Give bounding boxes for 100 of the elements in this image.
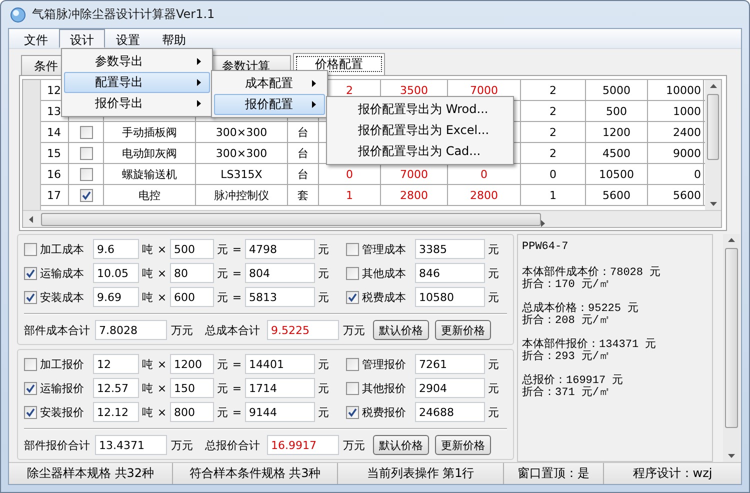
status-text: 当前列表操作 第1行 [338, 463, 504, 484]
checkbox[interactable] [346, 358, 359, 370]
checkbox[interactable] [24, 266, 37, 280]
menu-item[interactable]: 设计 [59, 29, 105, 48]
input-field[interactable]: 846 [415, 263, 485, 283]
checkbox[interactable] [80, 168, 92, 180]
input-field[interactable]: 9.6 [93, 239, 139, 259]
checkbox[interactable] [24, 358, 37, 370]
checkbox[interactable] [346, 382, 359, 394]
price-button[interactable]: 默认价格 [373, 320, 429, 340]
input-field[interactable]: 12 [93, 354, 139, 374]
table-cell: LS315X [196, 164, 288, 184]
input-field[interactable]: 80 [170, 263, 214, 283]
menu-item[interactable]: 设置 [105, 29, 151, 48]
menu-item[interactable]: 报价配置导出为 Wrod... [329, 99, 511, 120]
input-field[interactable]: 12.12 [93, 402, 139, 422]
times-sign: × [157, 266, 167, 280]
table-cell: 1 [521, 185, 586, 205]
input-field[interactable]: 2904 [415, 378, 485, 398]
input-field[interactable]: 9144 [245, 402, 315, 422]
unit-label: 元 [488, 380, 500, 396]
input-field[interactable]: 7261 [415, 354, 485, 374]
input-field[interactable]: 800 [170, 402, 214, 422]
table-cell: 1 [319, 185, 381, 205]
table-cell: 2800 [381, 185, 448, 205]
checkbox[interactable] [24, 406, 37, 418]
input-field[interactable]: 600 [170, 287, 214, 307]
table-cell: 5600 [586, 185, 648, 205]
checkbox[interactable] [24, 290, 37, 304]
scroll-right-icon [541, 220, 545, 227]
unit-label: 元 [488, 242, 500, 256]
price-button[interactable]: 更新价格 [435, 320, 491, 340]
checkbox[interactable] [80, 146, 92, 160]
scroll-thumb[interactable] [41, 212, 541, 226]
field-label: 总报价合计 [204, 438, 261, 452]
input-field[interactable]: 7.8028 [95, 320, 167, 340]
input-field[interactable]: 10580 [415, 287, 485, 307]
unit-label: 元 [318, 404, 330, 420]
input-field[interactable]: 9.69 [93, 287, 139, 307]
scroll-thumb[interactable] [725, 248, 738, 428]
tab[interactable]: 价格配置 [293, 53, 385, 75]
checkbox[interactable] [24, 382, 37, 394]
menu-item[interactable]: 配置导出 [64, 72, 210, 93]
checkbox[interactable] [346, 290, 359, 304]
input-field[interactable]: 9.5225 [267, 320, 339, 340]
input-field[interactable]: 150 [170, 378, 214, 398]
scroll-thumb[interactable] [707, 94, 719, 160]
menu-item[interactable]: 参数导出 [64, 51, 210, 72]
equals-sign: = [232, 242, 242, 256]
table-cell: 2400 [648, 122, 704, 142]
menu-item[interactable]: 报价配置 [214, 94, 325, 115]
menu-item[interactable]: 文件 [13, 29, 59, 48]
checkbox[interactable] [80, 188, 92, 202]
price-button[interactable]: 默认价格 [373, 435, 429, 455]
checkbox[interactable] [346, 242, 359, 256]
input-field[interactable]: 14401 [245, 354, 315, 374]
table-cell: 10000 [648, 80, 704, 100]
field-label: 运输报价 [40, 380, 85, 396]
rate-text: 折合：293 元/㎡ [522, 351, 612, 363]
input-field[interactable]: 1714 [245, 378, 315, 398]
unit-label: 吨 [142, 266, 154, 280]
checkbox[interactable] [24, 242, 37, 256]
rate-text: 折合：170 元/㎡ [522, 279, 612, 291]
menu-item[interactable]: 报价配置导出为 Cad... [329, 141, 511, 162]
input-field[interactable]: 10.05 [93, 263, 139, 283]
input-field[interactable]: 16.9917 [267, 435, 339, 455]
checkbox[interactable] [346, 406, 359, 418]
input-field[interactable]: 5813 [245, 287, 315, 307]
input-field[interactable]: 13.4371 [95, 435, 167, 455]
times-sign: × [157, 290, 167, 304]
table-cell: 0 [521, 164, 586, 184]
input-field[interactable]: 500 [170, 239, 214, 259]
vertical-scrollbar[interactable] [723, 234, 740, 462]
checkbox[interactable] [346, 266, 359, 280]
input-field[interactable]: 4798 [245, 239, 315, 259]
field-label: 安装成本 [40, 290, 85, 304]
unit-label: 元 [217, 380, 229, 396]
unit-label: 万元 [343, 322, 366, 338]
price-text: 本体部件成本价：78028 元 [522, 267, 662, 279]
unit-label: 元 [217, 266, 229, 280]
price-button[interactable]: 更新价格 [435, 435, 491, 455]
checkbox[interactable] [80, 126, 92, 138]
menu-item[interactable]: 帮助 [151, 29, 197, 48]
table-cell: 14 [41, 122, 69, 142]
input-field[interactable]: 12.57 [93, 378, 139, 398]
horizontal-scrollbar[interactable] [23, 210, 721, 227]
vertical-scrollbar[interactable] [705, 80, 721, 210]
menu-item[interactable]: 报价配置导出为 Excel... [329, 120, 511, 141]
table-cell: 电动卸灰阀 [104, 143, 196, 163]
unit-label: 元 [318, 290, 330, 304]
unit-label: 元 [217, 242, 229, 256]
model-text: PPW64-7 [522, 241, 570, 253]
unit-label: 万元 [171, 438, 194, 452]
equals-sign: = [232, 266, 242, 280]
input-field[interactable]: 1200 [170, 354, 214, 374]
input-field[interactable]: 3385 [415, 239, 485, 259]
input-field[interactable]: 804 [245, 263, 315, 283]
input-field[interactable]: 24688 [415, 402, 485, 422]
table-cell: 螺旋输送机 [104, 164, 196, 184]
table-cell: 脉冲控制仪 [196, 185, 288, 205]
